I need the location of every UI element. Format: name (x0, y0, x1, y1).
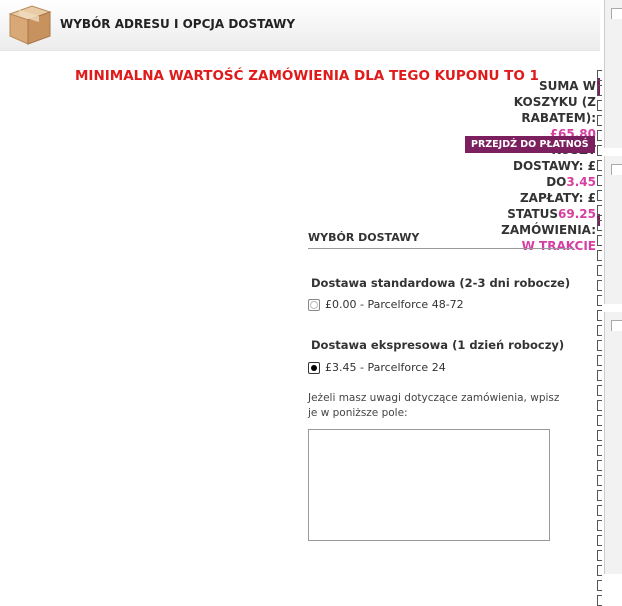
summary-label: ZAPŁATY: £ (519, 191, 596, 205)
panel-corner-icon (611, 320, 622, 331)
to-pay-value: 69.25 (558, 207, 596, 221)
order-note-textarea[interactable] (308, 429, 550, 541)
delivery-option-standard[interactable]: £0.00 - Parcelforce 48-72 (308, 298, 464, 311)
shipping-cost-value: 3.45 (566, 175, 596, 189)
radio-standard[interactable] (308, 298, 320, 311)
side-panel[interactable] (604, 0, 622, 148)
delivery-option-title: Dostawa ekspresowa (1 dzień roboczy) (311, 338, 565, 352)
delivery-option-title: Dostawa standardowa (2-3 dni robocze) (311, 276, 571, 290)
delivery-section: WYBÓR DOSTAWY Dostawa standardowa (2-3 d… (308, 231, 574, 541)
delivery-option-carrier: Parcelforce 24 (367, 361, 446, 374)
delivery-option-price: £0.00 (325, 298, 357, 311)
delivery-option-carrier: Parcelforce 48-72 (367, 298, 464, 311)
page-title: WYBÓR ADRESU I OPCJA DOSTAWY (60, 17, 296, 31)
side-panel[interactable] (604, 312, 622, 574)
radio-express[interactable] (308, 361, 320, 374)
clipped-content-strip (596, 70, 604, 606)
order-summary: SUMA W KOSZYKU (Z RABATEM): £65.80 KOSZT… (456, 78, 596, 254)
summary-label: SUMA W (538, 79, 596, 93)
summary-label: DO (546, 175, 567, 189)
panel-corner-icon (611, 164, 622, 175)
summary-label: RABATEM): (521, 111, 596, 125)
delivery-option-express[interactable]: £3.45 - Parcelforce 24 (308, 361, 446, 374)
panel-corner-icon (611, 8, 622, 19)
summary-label: DOSTAWY: £ (512, 159, 596, 173)
proceed-to-payment-button[interactable]: PRZEJDŹ DO PŁATNOŚ (465, 136, 595, 153)
box-icon (8, 5, 52, 45)
page-header: WYBÓR ADRESU I OPCJA DOSTAWY (0, 0, 600, 51)
summary-label: KOSZYKU (Z (513, 95, 596, 109)
order-note-label: Jeżeli masz uwagi dotyczące zamówienia, … (308, 392, 560, 419)
delivery-heading: WYBÓR DOSTAWY (308, 231, 574, 249)
side-panel[interactable] (604, 156, 622, 304)
summary-label: STATUS (507, 207, 559, 221)
delivery-option-price: £3.45 (325, 361, 357, 374)
